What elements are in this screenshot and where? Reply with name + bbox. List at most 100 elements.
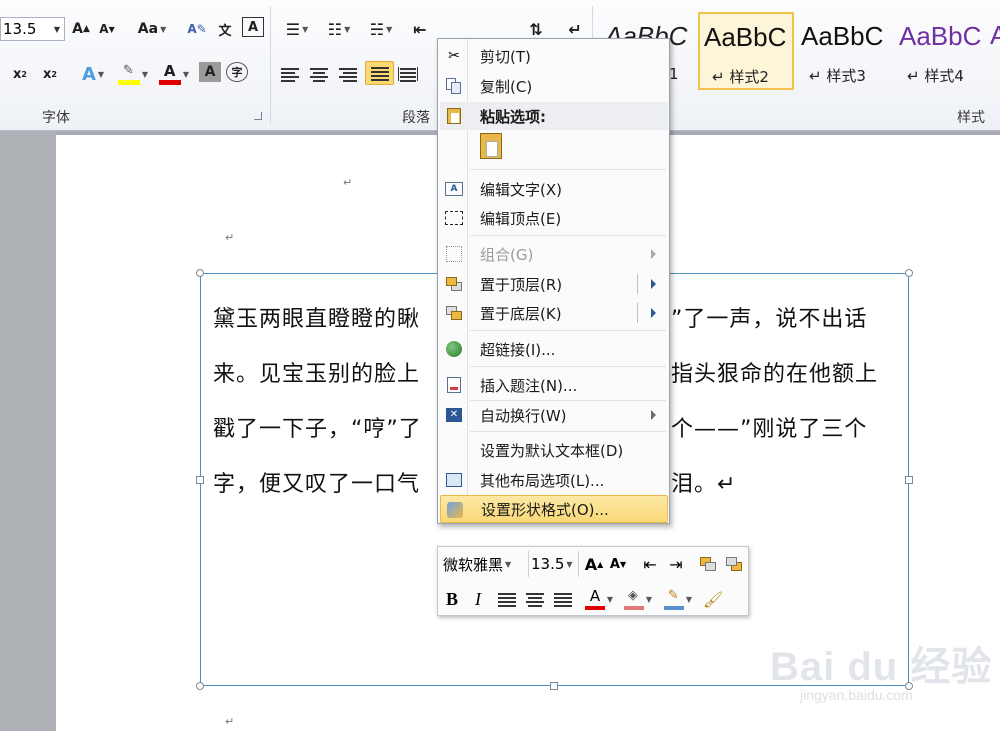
menu-item-send-to-back[interactable]: 置于底层(K): [440, 299, 668, 327]
justify-icon[interactable]: [552, 587, 574, 611]
char-shading-icon[interactable]: A: [199, 62, 221, 82]
paste-keep-source-icon[interactable]: [480, 133, 508, 161]
resize-handle[interactable]: [550, 682, 558, 690]
numbering-icon[interactable]: ☷ ▼: [320, 17, 358, 41]
text-effects-icon[interactable]: A ▼: [76, 62, 110, 86]
font-size-combo[interactable]: 13.5 ▼: [0, 17, 65, 41]
bring-front-icon[interactable]: [697, 552, 719, 576]
style-item-selected[interactable]: AaBbC ↵ 样式2: [698, 12, 794, 90]
menu-separator: [470, 431, 666, 432]
phonetic-guide-icon[interactable]: 文: [212, 17, 238, 41]
menu-label: 复制(C): [480, 77, 533, 96]
menu-item-set-default-textbox[interactable]: 设置为默认文本框(D): [440, 436, 668, 464]
decrease-indent-icon[interactable]: ⇤: [408, 17, 432, 41]
submenu-arrow-icon[interactable]: [651, 279, 656, 289]
format-shape-icon: [445, 500, 465, 520]
context-menu: ✂ 剪切(T) 复制(C) 粘贴选项: A 编辑文字(X) 编辑顶点(E) 组合…: [437, 38, 670, 524]
style-overflow-glyph: A: [990, 20, 1000, 50]
align-left-icon[interactable]: [496, 587, 518, 611]
baidu-watermark: Bai du 经验 jingyan.baidu.com: [760, 632, 1000, 712]
subscript-icon[interactable]: x2: [8, 62, 32, 86]
multilevel-list-icon[interactable]: ☵ ▼: [362, 17, 400, 41]
send-back-icon[interactable]: [723, 552, 745, 576]
menu-item-cut[interactable]: ✂ 剪切(T): [440, 42, 668, 70]
chevron-down-icon[interactable]: ▼: [566, 560, 572, 569]
menu-item-edit-text[interactable]: A 编辑文字(X): [440, 175, 668, 203]
decrease-indent-icon[interactable]: ⇤: [639, 552, 661, 576]
paragraph-mark: ↵: [225, 231, 235, 244]
align-center-icon[interactable]: [307, 62, 331, 86]
resize-handle[interactable]: [196, 682, 204, 690]
bullets-icon[interactable]: ☰ ▼: [278, 17, 316, 41]
menu-item-hyperlink[interactable]: 超链接(I)...: [440, 335, 668, 363]
group-icon: [444, 244, 464, 264]
menu-separator: [470, 235, 666, 236]
split-divider: [637, 303, 638, 323]
text-box-content-right: ”了一声，说不出话 指头狠命的在他额上 个——”刚说了三个 泪。↵: [671, 292, 907, 512]
bold-icon[interactable]: B: [441, 587, 463, 611]
mini-size-combo[interactable]: 13.5 ▼: [529, 551, 579, 577]
menu-item-insert-caption[interactable]: 插入题注(N)...: [440, 371, 668, 399]
menu-separator: [470, 330, 666, 331]
style-item[interactable]: AaBbC ↵ 样式3: [796, 12, 892, 90]
menu-label: 置于顶层(R): [480, 275, 563, 294]
menu-label: 置于底层(K): [480, 304, 562, 323]
align-center-icon[interactable]: [524, 587, 546, 611]
char-border-icon[interactable]: A: [242, 17, 264, 37]
clear-format-icon[interactable]: A✎: [184, 17, 210, 41]
style-name: 1: [669, 65, 679, 83]
group-divider: [270, 6, 271, 124]
grow-font-icon[interactable]: A ▲: [70, 17, 92, 41]
enclose-char-icon[interactable]: 字: [226, 62, 248, 82]
menu-item-more-layout-options[interactable]: 其他布局选项(L)...: [440, 466, 668, 494]
chevron-down-icon[interactable]: ▼: [505, 560, 511, 569]
menu-item-wrap-text[interactable]: ✕ 自动换行(W): [440, 401, 668, 429]
paragraph-mark: ↵: [343, 176, 353, 189]
group-font-label: 字体: [42, 110, 70, 126]
text-line: 指头狠命的在他额上: [671, 362, 879, 387]
left-margin-strip: [0, 131, 56, 731]
chevron-down-icon[interactable]: ▼: [54, 25, 60, 34]
font-color-icon[interactable]: A ▼: [582, 587, 616, 611]
menu-item-copy[interactable]: 复制(C): [440, 72, 668, 100]
group-styles-label: 样式: [957, 110, 985, 126]
change-case-icon[interactable]: Aa ▼: [134, 17, 170, 41]
edit-text-icon: A: [444, 179, 464, 199]
copy-icon: [444, 76, 464, 96]
mini-toolbar: 微软雅黑 ▼ 13.5 ▼ A▲ A▼ ⇤ ⇥ B I A ▼ ◈ ▼ ✎: [437, 546, 749, 616]
resize-handle[interactable]: [196, 269, 204, 277]
send-back-icon: [444, 303, 464, 323]
justify-icon[interactable]: [365, 61, 394, 85]
style-item[interactable]: AaBbC ↵ 样式4: [894, 12, 990, 90]
grow-font-icon[interactable]: A ▲: [583, 552, 605, 576]
menu-item-bring-to-front[interactable]: 置于顶层(R): [440, 270, 668, 298]
submenu-arrow-icon[interactable]: [651, 308, 656, 318]
superscript-icon[interactable]: x2: [38, 62, 62, 86]
edit-points-icon: [444, 208, 464, 228]
style-sample: AaBbC: [899, 21, 982, 51]
shrink-font-icon[interactable]: A ▼: [607, 552, 629, 576]
text-line: 泪。↵: [671, 472, 737, 497]
fill-color-icon[interactable]: ◈ ▼: [621, 587, 655, 611]
menu-item-edit-points[interactable]: 编辑顶点(E): [440, 204, 668, 232]
align-right-icon[interactable]: [336, 62, 360, 86]
distributed-align-icon[interactable]: [396, 62, 420, 86]
group-paragraph-label: 段落: [402, 110, 430, 126]
outline-color-icon[interactable]: ✎ ▼: [661, 587, 695, 611]
menu-item-format-shape[interactable]: 设置形状格式(O)...: [440, 495, 668, 523]
resize-handle[interactable]: [905, 269, 913, 277]
menu-label: 编辑顶点(E): [480, 209, 562, 228]
mini-font-combo[interactable]: 微软雅黑 ▼: [441, 551, 529, 577]
resize-handle[interactable]: [905, 476, 913, 484]
format-painter-icon[interactable]: 🖌: [702, 587, 724, 611]
increase-indent-icon[interactable]: ⇥: [665, 552, 687, 576]
font-dialog-launcher-icon[interactable]: [254, 112, 262, 120]
align-left-icon[interactable]: [278, 62, 302, 86]
italic-icon[interactable]: I: [467, 587, 489, 611]
menu-label: 自动换行(W): [480, 406, 567, 425]
font-color-icon[interactable]: A ▼: [155, 62, 193, 86]
shrink-font-icon[interactable]: A ▼: [96, 17, 118, 41]
text-line: ”了一声，说不出话: [671, 307, 868, 332]
highlight-color-icon[interactable]: ✎ ▼: [114, 62, 152, 86]
resize-handle[interactable]: [196, 476, 204, 484]
